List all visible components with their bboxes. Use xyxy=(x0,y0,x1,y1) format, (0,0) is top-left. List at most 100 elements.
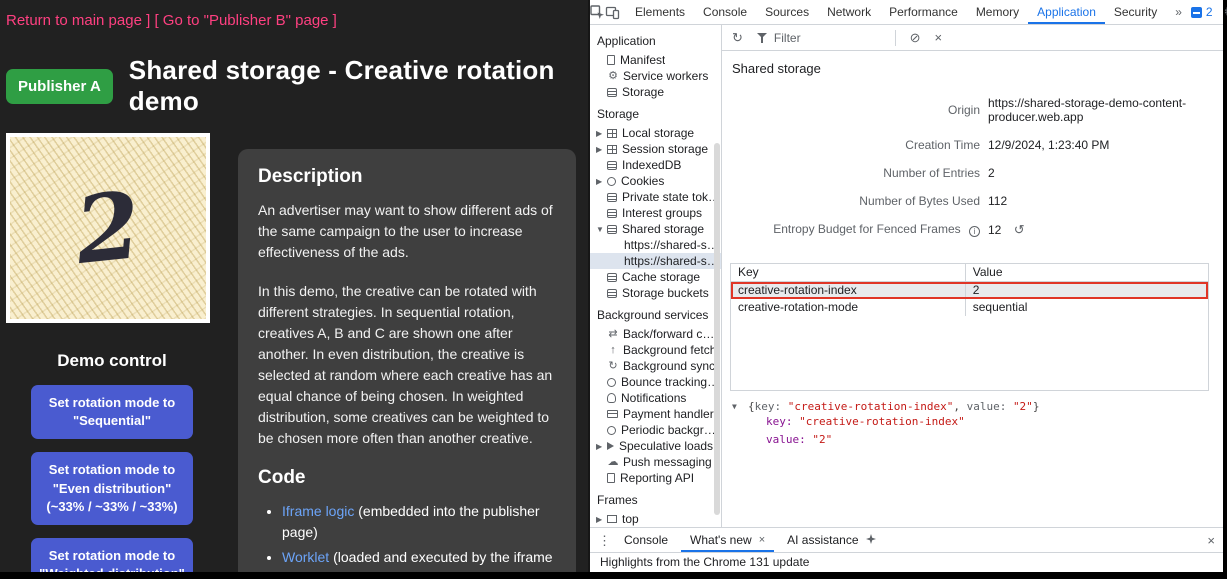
cell-value: sequential xyxy=(965,299,1208,316)
sidebar-item-bounce-tracking[interactable]: Bounce tracking miti… xyxy=(590,374,721,390)
sidebar-item-shared-storage-origin-2[interactable]: https://shared-storage… xyxy=(590,253,721,269)
table-row-creative-rotation-index[interactable]: creative-rotation-index 2 xyxy=(731,282,1208,299)
creative-number: 2 xyxy=(71,171,146,285)
sidebar-item-indexeddb[interactable]: IndexedDB xyxy=(590,157,721,173)
tab-sources[interactable]: Sources xyxy=(756,0,818,24)
worklet-link[interactable]: Worklet xyxy=(282,549,329,565)
reset-budget-icon[interactable]: ↺ xyxy=(1014,222,1025,237)
preview-expander-icon[interactable]: ▼ xyxy=(732,400,743,411)
publisher-b-link[interactable]: [ Go to "Publisher B" page ] xyxy=(154,12,336,29)
settings-gear-icon[interactable]: ⚙ xyxy=(1224,4,1227,20)
drawer-tab-ai-assistance[interactable]: AI assistance xyxy=(778,528,884,552)
drawer-menu-icon[interactable]: ⋮ xyxy=(598,534,611,547)
sidebar-section-background-services[interactable]: Background services xyxy=(590,301,721,326)
expander-icon[interactable]: ▼ xyxy=(596,225,607,234)
tab-memory[interactable]: Memory xyxy=(967,0,1028,24)
refresh-icon[interactable]: ↻ xyxy=(732,31,743,44)
column-header-value[interactable]: Value xyxy=(965,264,1208,281)
sidebar-item-storage-buckets[interactable]: Storage buckets xyxy=(590,285,721,301)
preview-prop-value-string: "2" xyxy=(812,433,832,446)
sidebar-item-background-sync[interactable]: ↻ Background sync xyxy=(590,358,721,374)
close-drawer-icon[interactable]: × xyxy=(1207,534,1215,547)
entry-preview: ▼ {key: "creative-rotation-index", value… xyxy=(730,398,1213,450)
tab-elements[interactable]: Elements xyxy=(626,0,694,24)
sidebar-item-notifications[interactable]: Notifications xyxy=(590,390,721,406)
inspect-element-icon[interactable] xyxy=(590,0,605,24)
set-weighted-distribution-button[interactable]: Set rotation mode to "Weighted distribut… xyxy=(31,538,193,572)
set-sequential-button[interactable]: Set rotation mode to "Sequential" xyxy=(31,385,193,439)
sidebar-item-top-frame[interactable]: ▶ top xyxy=(590,511,721,527)
sidebar-item-periodic-background-sync[interactable]: Periodic backgroun… xyxy=(590,422,721,438)
issues-count: 2 xyxy=(1206,5,1213,19)
tab-application[interactable]: Application xyxy=(1028,0,1105,24)
table-header-row: Key Value xyxy=(731,264,1208,282)
database-icon xyxy=(607,193,617,202)
expander-icon[interactable]: ▶ xyxy=(596,145,607,154)
bell-icon xyxy=(607,393,616,403)
expander-icon[interactable]: ▶ xyxy=(596,129,607,138)
meta-label-creation-time: Creation Time xyxy=(730,138,980,152)
panel-toolbar: ↻ Filter ⊘ × xyxy=(722,25,1223,51)
close-whats-new-icon[interactable]: × xyxy=(759,535,765,546)
cell-key: creative-rotation-mode xyxy=(731,299,965,316)
table-row-creative-rotation-mode[interactable]: creative-rotation-mode sequential xyxy=(731,299,1208,316)
info-icon[interactable]: i xyxy=(969,226,980,237)
sidebar-item-cache-storage[interactable]: Cache storage xyxy=(590,269,721,285)
shared-storage-table: Key Value creative-rotation-index 2 crea… xyxy=(730,263,1209,391)
sidebar-item-background-fetch[interactable]: ↑ Background fetch xyxy=(590,342,721,358)
sidebar-item-private-state-tokens[interactable]: Private state tokens xyxy=(590,189,721,205)
database-icon xyxy=(607,225,617,234)
publisher-badge: Publisher A xyxy=(6,69,113,104)
meta-label-number-of-entries: Number of Entries xyxy=(730,166,980,180)
set-even-distribution-button[interactable]: Set rotation mode to "Even distribution"… xyxy=(31,452,193,525)
more-tabs-icon[interactable]: » xyxy=(1166,0,1191,24)
close-filter-icon[interactable]: × xyxy=(934,31,942,44)
entropy-label-text: Entropy Budget for Fenced Frames xyxy=(773,222,960,236)
meta-value-bytes-used: 112 xyxy=(988,194,1213,208)
sidebar-item-service-workers[interactable]: ⚙ Service workers xyxy=(590,68,721,84)
meta-value-entropy-budget: 12 ↺ xyxy=(988,223,1213,237)
sidebar-item-push-messaging[interactable]: ☁ Push messaging xyxy=(590,454,721,470)
expander-icon[interactable]: ▶ xyxy=(596,515,607,524)
sidebar-item-manifest[interactable]: Manifest xyxy=(590,52,721,68)
sidebar-item-reporting-api[interactable]: Reporting API xyxy=(590,470,721,486)
cell-key: creative-rotation-index xyxy=(731,282,965,299)
tab-network[interactable]: Network xyxy=(818,0,880,24)
sidebar-item-session-storage[interactable]: ▶ Session storage xyxy=(590,141,721,157)
tab-console[interactable]: Console xyxy=(694,0,756,24)
sidebar-item-storage[interactable]: Storage xyxy=(590,84,721,100)
drawer-tab-whats-new[interactable]: What's new × xyxy=(681,528,774,552)
devtools-drawer: ⋮ Console What's new × AI assistance × xyxy=(590,527,1223,552)
sidebar-item-shared-storage-origin-1[interactable]: https://shared-storage… xyxy=(590,237,721,253)
drawer-tab-console[interactable]: Console xyxy=(615,528,677,552)
meta-label-origin: Origin xyxy=(730,103,980,117)
sidebar-item-speculative-loads[interactable]: ▶ Speculative loads xyxy=(590,438,721,454)
sidebar-section-storage[interactable]: Storage xyxy=(590,100,721,125)
screenshot-root: Return to main page ] [ Go to "Publisher… xyxy=(0,0,1227,579)
sidebar-section-frames[interactable]: Frames xyxy=(590,486,721,511)
expander-icon[interactable]: ▶ xyxy=(596,442,607,451)
sidebar-item-local-storage[interactable]: ▶ Local storage xyxy=(590,125,721,141)
device-toolbar-icon[interactable] xyxy=(605,0,620,24)
iframe-logic-link[interactable]: Iframe logic xyxy=(282,503,354,519)
column-header-key[interactable]: Key xyxy=(731,264,965,281)
clear-events-icon[interactable]: ⊘ xyxy=(910,31,921,44)
sidebar-item-payment-handler[interactable]: Payment handler xyxy=(590,406,721,422)
issues-badge[interactable]: 2 xyxy=(1191,5,1213,19)
sidebar-section-application[interactable]: Application xyxy=(590,27,721,52)
sidebar-item-interest-groups[interactable]: Interest groups xyxy=(590,205,721,221)
sidebar-item-back-forward-cache[interactable]: ⇄ Back/forward cache xyxy=(590,326,721,342)
tab-performance[interactable]: Performance xyxy=(880,0,967,24)
sidebar-item-shared-storage[interactable]: ▼ Shared storage xyxy=(590,221,721,237)
tab-security[interactable]: Security xyxy=(1105,0,1166,24)
filter-control[interactable]: Filter xyxy=(757,31,801,45)
sidebar-scrollbar[interactable] xyxy=(714,143,720,515)
description-heading: Description xyxy=(258,166,556,188)
description-paragraph-2: In this demo, the creative can be rotate… xyxy=(258,281,556,449)
return-to-main-link[interactable]: Return to main page ] xyxy=(6,12,150,29)
top-nav: Return to main page ] [ Go to "Publisher… xyxy=(0,0,588,29)
table-icon xyxy=(607,145,617,154)
preview-key-line: key: "creative-rotation-index" xyxy=(732,413,1211,431)
expander-icon[interactable]: ▶ xyxy=(596,177,607,186)
sidebar-item-cookies[interactable]: ▶ Cookies xyxy=(590,173,721,189)
